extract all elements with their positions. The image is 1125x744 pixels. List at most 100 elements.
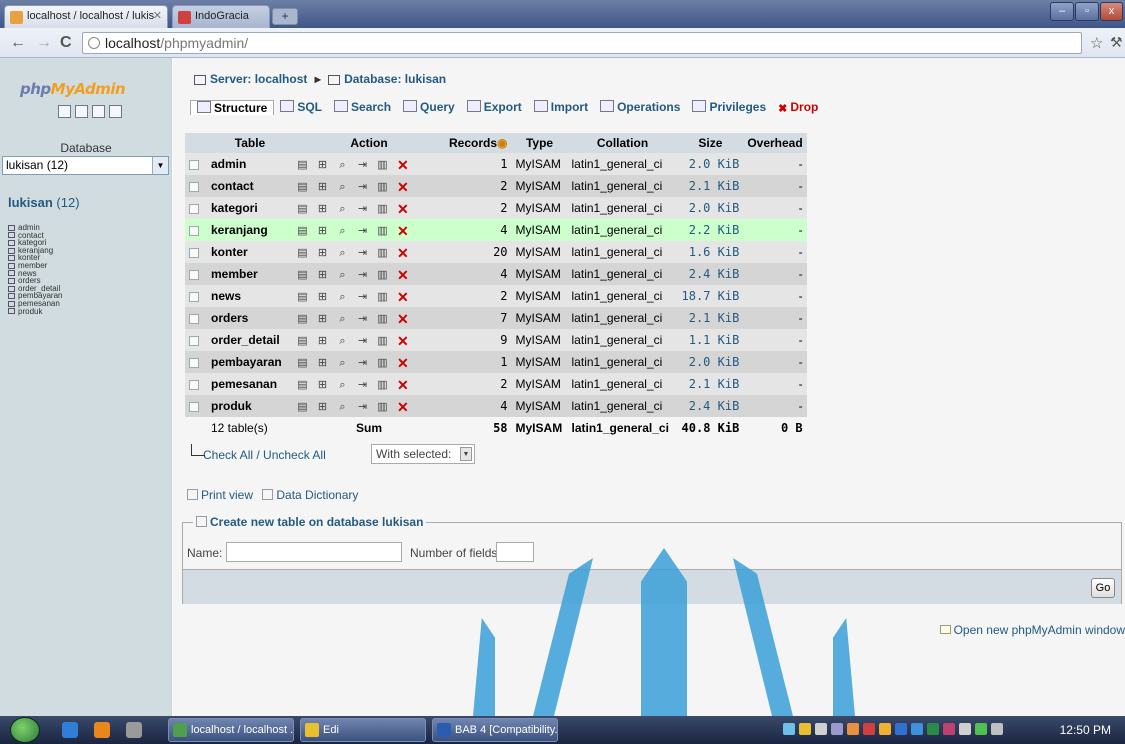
tray-icon[interactable] bbox=[815, 723, 827, 735]
empty-icon[interactable]: ▥ bbox=[377, 225, 388, 237]
size-link[interactable]: 2.0 KiB bbox=[677, 351, 744, 373]
search-icon[interactable]: ⌕ bbox=[337, 335, 348, 347]
insert-icon[interactable]: ⇥ bbox=[357, 247, 368, 259]
search-icon[interactable]: ⌕ bbox=[337, 247, 348, 259]
size-link[interactable]: 2.4 KiB bbox=[677, 263, 744, 285]
uncheck-all-link[interactable]: Uncheck All bbox=[263, 448, 326, 462]
drop-icon[interactable]: ✕ bbox=[397, 290, 409, 304]
structure-icon[interactable]: ⊞ bbox=[317, 291, 328, 303]
reload-icon[interactable]: C bbox=[60, 34, 72, 52]
new-tab-button[interactable]: + bbox=[272, 8, 298, 25]
bluetooth-icon[interactable] bbox=[895, 723, 907, 735]
back-arrow-icon[interactable]: ← bbox=[10, 34, 26, 52]
tray-icon[interactable] bbox=[927, 723, 939, 735]
row-checkbox[interactable] bbox=[189, 159, 199, 170]
structure-icon[interactable]: ⊞ bbox=[317, 401, 328, 413]
table-icon[interactable] bbox=[8, 270, 15, 277]
taskbar-clock[interactable]: 12:50 PM bbox=[1060, 723, 1111, 737]
table-name-link[interactable]: news bbox=[207, 285, 293, 307]
maximize-button[interactable]: ▫ bbox=[1075, 2, 1099, 21]
print-view-link[interactable]: Print view bbox=[201, 488, 253, 502]
size-link[interactable]: 2.0 KiB bbox=[677, 197, 744, 219]
volume-icon[interactable] bbox=[991, 723, 1003, 735]
table-icon[interactable] bbox=[8, 293, 15, 300]
insert-icon[interactable]: ⇥ bbox=[357, 335, 368, 347]
row-checkbox[interactable] bbox=[189, 203, 199, 214]
empty-icon[interactable]: ▥ bbox=[377, 203, 388, 215]
query-window-icon[interactable] bbox=[75, 105, 88, 118]
search-icon[interactable]: ⌕ bbox=[337, 313, 348, 325]
empty-icon[interactable]: ▥ bbox=[377, 247, 388, 259]
browser-tab-phpmyadmin[interactable]: localhost / localhost / lukis ✕ bbox=[4, 5, 168, 28]
tray-icon[interactable] bbox=[879, 723, 891, 735]
browse-icon[interactable]: ▤ bbox=[297, 379, 308, 391]
tab-sql[interactable]: SQL bbox=[274, 100, 328, 115]
database-select[interactable]: lukisan (12) ▼ bbox=[2, 156, 169, 175]
empty-icon[interactable]: ▥ bbox=[377, 313, 388, 325]
table-name-link[interactable]: konter bbox=[207, 241, 293, 263]
search-icon[interactable]: ⌕ bbox=[337, 269, 348, 281]
structure-icon[interactable]: ⊞ bbox=[317, 335, 328, 347]
insert-icon[interactable]: ⇥ bbox=[357, 159, 368, 171]
empty-icon[interactable]: ▥ bbox=[377, 335, 388, 347]
empty-icon[interactable]: ▥ bbox=[377, 379, 388, 391]
insert-icon[interactable]: ⇥ bbox=[357, 357, 368, 369]
start-button[interactable] bbox=[10, 717, 40, 743]
insert-icon[interactable]: ⇥ bbox=[357, 291, 368, 303]
mysql-docs-icon[interactable] bbox=[109, 105, 122, 118]
column-header[interactable]: Records◉ bbox=[445, 133, 512, 153]
table-icon[interactable] bbox=[8, 247, 15, 254]
chevron-down-icon[interactable]: ▼ bbox=[152, 157, 168, 174]
home-icon[interactable] bbox=[58, 105, 71, 118]
taskbar-button-chrome[interactable]: localhost / localhost ... bbox=[168, 718, 294, 742]
structure-icon[interactable]: ⊞ bbox=[317, 159, 328, 171]
help-icon[interactable]: ◉ bbox=[497, 136, 507, 150]
docs-icon[interactable] bbox=[92, 105, 105, 118]
tab-export[interactable]: Export bbox=[461, 100, 528, 115]
open-new-window-link[interactable]: Open new phpMyAdmin window bbox=[939, 623, 1125, 637]
data-dictionary-link[interactable]: Data Dictionary bbox=[276, 488, 358, 502]
explorer-icon[interactable] bbox=[94, 722, 110, 738]
tab-import[interactable]: Import bbox=[528, 100, 594, 115]
search-icon[interactable]: ⌕ bbox=[337, 379, 348, 391]
search-icon[interactable]: ⌕ bbox=[337, 225, 348, 237]
minimize-button[interactable]: – bbox=[1050, 2, 1074, 21]
structure-icon[interactable]: ⊞ bbox=[317, 269, 328, 281]
empty-icon[interactable]: ▥ bbox=[377, 181, 388, 193]
table-name-link[interactable]: order_detail bbox=[207, 329, 293, 351]
size-link[interactable]: 1.1 KiB bbox=[677, 329, 744, 351]
network-icon[interactable] bbox=[975, 723, 987, 735]
table-icon[interactable] bbox=[8, 232, 15, 239]
size-link[interactable]: 2.1 KiB bbox=[677, 175, 744, 197]
tray-icon[interactable] bbox=[783, 723, 795, 735]
drop-icon[interactable]: ✕ bbox=[397, 378, 409, 392]
browse-icon[interactable]: ▤ bbox=[297, 247, 308, 259]
browse-icon[interactable]: ▤ bbox=[297, 269, 308, 281]
size-link[interactable]: 1.6 KiB bbox=[677, 241, 744, 263]
table-icon[interactable] bbox=[8, 255, 15, 262]
structure-icon[interactable]: ⊞ bbox=[317, 313, 328, 325]
table-name-link[interactable]: kategori bbox=[207, 197, 293, 219]
insert-icon[interactable]: ⇥ bbox=[357, 203, 368, 215]
structure-icon[interactable]: ⊞ bbox=[317, 247, 328, 259]
browse-icon[interactable]: ▤ bbox=[297, 181, 308, 193]
row-checkbox[interactable] bbox=[189, 379, 199, 390]
drop-icon[interactable]: ✕ bbox=[397, 356, 409, 370]
browse-icon[interactable]: ▤ bbox=[297, 313, 308, 325]
row-checkbox[interactable] bbox=[189, 357, 199, 368]
insert-icon[interactable]: ⇥ bbox=[357, 225, 368, 237]
table-name-link[interactable]: keranjang bbox=[207, 219, 293, 241]
drop-icon[interactable]: ✕ bbox=[397, 180, 409, 194]
tool-icon[interactable] bbox=[126, 722, 142, 738]
row-checkbox[interactable] bbox=[189, 335, 199, 346]
browse-icon[interactable]: ▤ bbox=[297, 225, 308, 237]
tab-search[interactable]: Search bbox=[328, 100, 397, 115]
table-icon[interactable] bbox=[8, 240, 15, 247]
tray-icon[interactable] bbox=[863, 723, 875, 735]
tray-icon[interactable] bbox=[799, 723, 811, 735]
empty-icon[interactable]: ▥ bbox=[377, 291, 388, 303]
size-link[interactable]: 2.1 KiB bbox=[677, 373, 744, 395]
browse-icon[interactable]: ▤ bbox=[297, 291, 308, 303]
table-name-input[interactable] bbox=[226, 542, 402, 562]
database-link[interactable]: lukisan (12) bbox=[8, 195, 80, 210]
